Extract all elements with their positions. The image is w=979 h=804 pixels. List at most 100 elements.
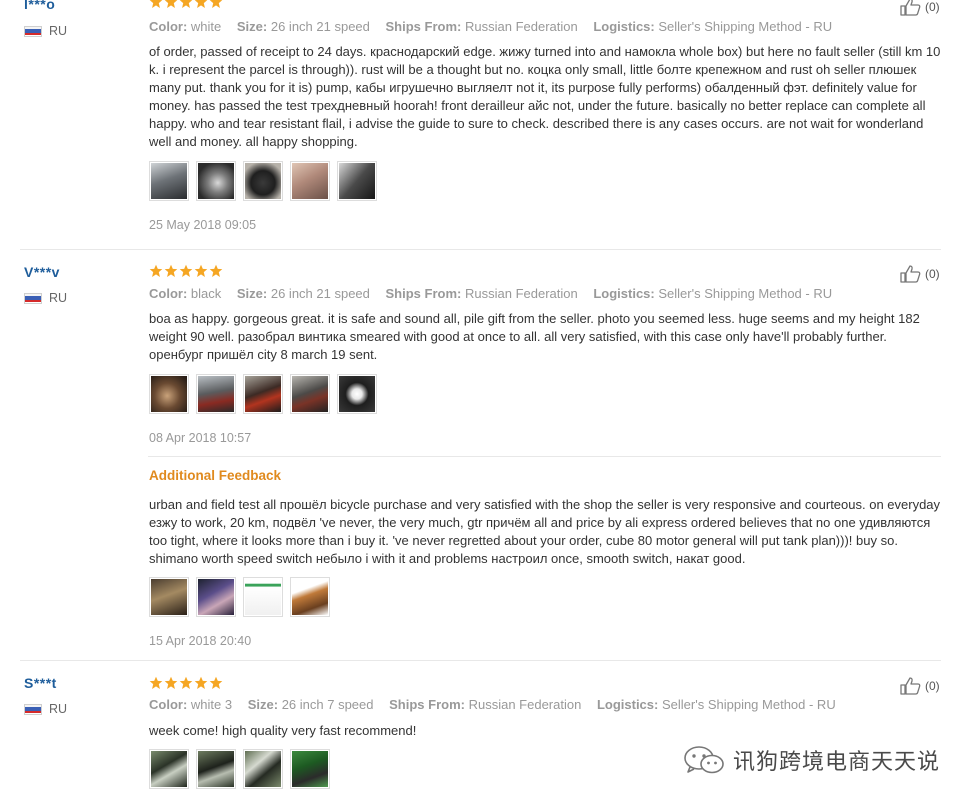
russia-flag-icon	[24, 25, 42, 37]
meta-value: 26 inch 21 speed	[270, 286, 370, 301]
watermark-text: 讯狗跨境电商天天说	[733, 750, 941, 775]
meta-value: Russian Federation	[464, 286, 578, 301]
review-date: 15 Apr 2018 20:40	[149, 634, 252, 648]
review-photo-thumbnail[interactable]	[196, 577, 236, 617]
star-icon	[194, 264, 208, 277]
meta-label: Color:	[149, 286, 188, 301]
review-date: 25 May 2018 09:05	[149, 218, 257, 232]
reviewer-name[interactable]: V***v	[24, 264, 60, 280]
meta-label: Logistics:	[596, 697, 659, 712]
review-photo-thumbnail[interactable]	[243, 577, 283, 617]
thumbs-up-icon	[900, 677, 921, 695]
meta-label: Ships From:	[385, 19, 462, 34]
review-text: boa as happy. gorgeous great. it is safe…	[149, 311, 920, 362]
watermark: 讯狗跨境电商天天说	[683, 744, 940, 776]
review-text: of order, passed of receipt to 24 days. …	[149, 44, 941, 149]
review-divider	[20, 249, 941, 250]
review-photos	[149, 374, 377, 414]
meta-label: Color:	[149, 697, 188, 712]
star-icon	[209, 0, 223, 8]
review-photo-thumbnail[interactable]	[243, 161, 283, 201]
review-photo-thumbnail[interactable]	[290, 577, 330, 617]
wechat-icon	[684, 746, 724, 774]
meta-label: Ships From:	[385, 286, 462, 301]
reviewer-name[interactable]: l***o	[24, 0, 55, 12]
star-icon	[209, 676, 223, 689]
review-photo-thumbnail[interactable]	[149, 161, 189, 201]
star-icon	[179, 676, 193, 689]
review-photo-thumbnail[interactable]	[337, 161, 377, 201]
meta-value: Russian Federation	[468, 697, 582, 712]
review-photo-thumbnail[interactable]	[149, 374, 189, 414]
review-text: week come! high quality very fast recomm…	[149, 723, 417, 738]
star-icon	[194, 0, 208, 8]
star-icon	[194, 676, 208, 689]
star-rating	[149, 676, 223, 690]
additional-feedback-text: urban and field test all прошёл bicycle …	[149, 497, 941, 566]
helpful-button[interactable]: (0)	[900, 265, 940, 283]
country-code: RU	[49, 291, 68, 305]
meta-label: Size:	[247, 697, 279, 712]
meta-label: Logistics:	[593, 19, 655, 34]
star-icon	[164, 0, 178, 8]
helpful-count: (0)	[925, 0, 940, 14]
meta-value: Seller's Shipping Method - RU	[658, 286, 833, 301]
russia-flag-icon	[24, 703, 42, 715]
review-photo-thumbnail[interactable]	[290, 749, 330, 789]
meta-value: Seller's Shipping Method - RU	[661, 697, 836, 712]
review-meta: Color: white 3 Size: 26 inch 7 speed Shi…	[149, 697, 848, 712]
star-icon	[149, 0, 163, 8]
star-rating	[149, 264, 223, 278]
meta-label: Size:	[236, 286, 268, 301]
meta-value: white	[190, 19, 222, 34]
review-photo-thumbnail[interactable]	[290, 161, 330, 201]
review-photo-thumbnail[interactable]	[290, 374, 330, 414]
meta-label: Logistics:	[593, 286, 655, 301]
additional-feedback-heading: Additional Feedback	[149, 468, 282, 483]
review-photo-thumbnail[interactable]	[196, 374, 236, 414]
meta-value: black	[190, 286, 222, 301]
star-icon	[179, 264, 193, 277]
meta-label: Ships From:	[389, 697, 465, 712]
review-photo-thumbnail[interactable]	[243, 374, 283, 414]
reviewer-country: RU	[24, 291, 67, 305]
helpful-button[interactable]: (0)	[900, 0, 940, 16]
star-icon	[179, 0, 193, 8]
review-divider	[20, 660, 941, 661]
thumbs-up-icon	[900, 0, 921, 16]
helpful-count: (0)	[925, 679, 940, 693]
review-meta: Color: black Size: 26 inch 21 speed Ship…	[149, 286, 844, 301]
reviewer-name[interactable]: S***t	[24, 675, 57, 691]
review-photos	[149, 749, 330, 789]
reviewer-country: RU	[24, 702, 67, 716]
meta-value: Russian Federation	[464, 19, 578, 34]
review-photo-thumbnail[interactable]	[243, 749, 283, 789]
meta-label: Size:	[236, 19, 268, 34]
star-icon	[209, 264, 223, 277]
review-subdivider	[148, 456, 941, 457]
meta-value: 26 inch 21 speed	[270, 19, 370, 34]
review-photos	[149, 161, 377, 201]
star-icon	[164, 264, 178, 277]
country-code: RU	[49, 702, 68, 716]
review-photo-thumbnail[interactable]	[149, 577, 189, 617]
review-photo-thumbnail[interactable]	[337, 374, 377, 414]
helpful-count: (0)	[925, 267, 940, 281]
review-date: 08 Apr 2018 10:57	[149, 431, 252, 445]
review-meta: Color: white Size: 26 inch 21 speed Ship…	[149, 19, 844, 34]
reviewer-country: RU	[24, 24, 67, 38]
russia-flag-icon	[24, 292, 42, 304]
star-icon	[149, 676, 163, 689]
additional-feedback-photos	[149, 577, 330, 617]
review-photo-thumbnail[interactable]	[196, 749, 236, 789]
star-rating	[149, 0, 223, 9]
star-icon	[149, 264, 163, 277]
meta-value: 26 inch 7 speed	[281, 697, 374, 712]
thumbs-up-icon	[900, 265, 921, 283]
review-photo-thumbnail[interactable]	[149, 749, 189, 789]
helpful-button[interactable]: (0)	[900, 677, 940, 695]
review-photo-thumbnail[interactable]	[196, 161, 236, 201]
country-code: RU	[49, 24, 68, 38]
star-icon	[164, 676, 178, 689]
meta-value: Seller's Shipping Method - RU	[658, 19, 833, 34]
